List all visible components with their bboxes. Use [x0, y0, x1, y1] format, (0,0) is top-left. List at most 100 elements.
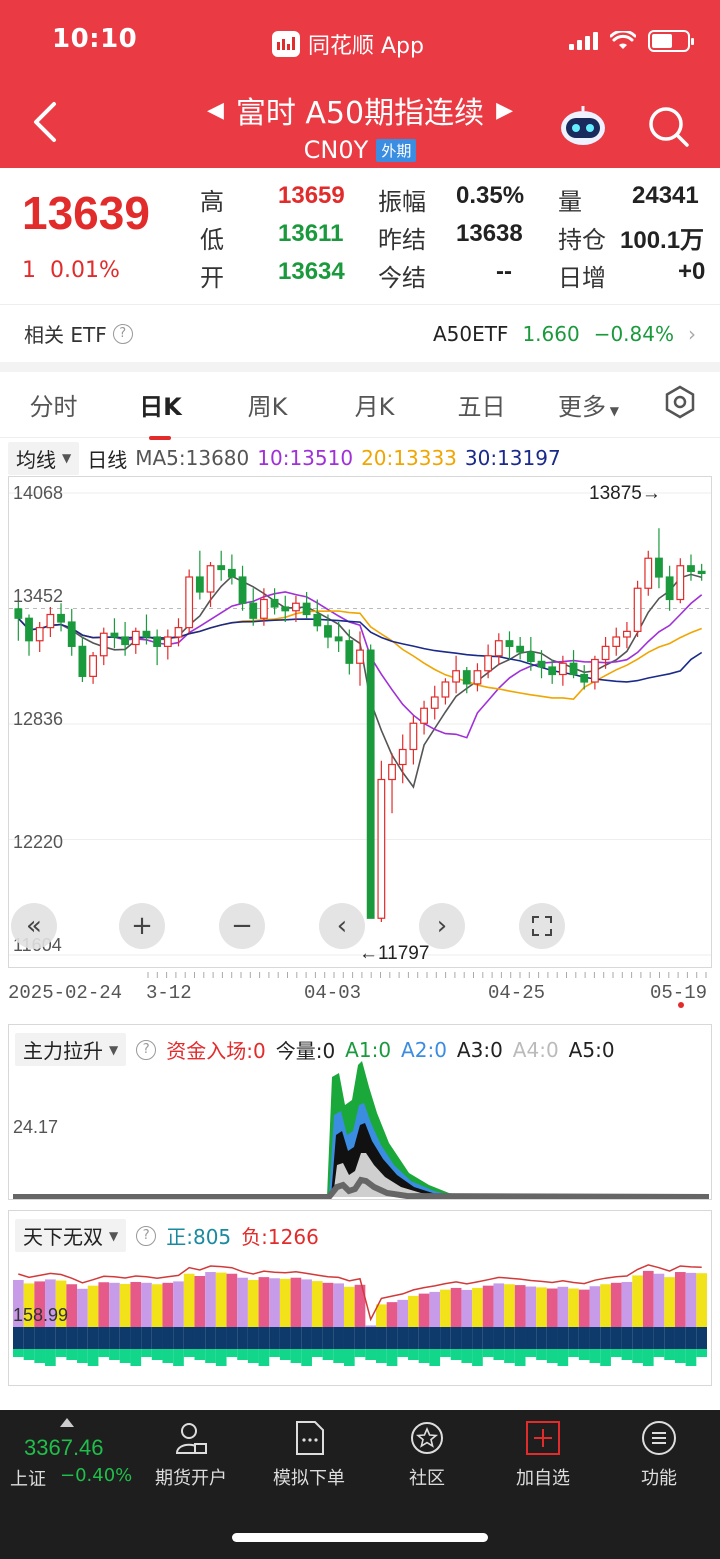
community-star-icon [411, 1422, 443, 1454]
bar-lower-green [397, 1349, 409, 1357]
bar-lower-dark [536, 1327, 547, 1349]
nav-community[interactable]: 社区 [372, 1420, 482, 1490]
bar-upper [376, 1304, 387, 1327]
bar-upper [578, 1289, 590, 1327]
bar-lower-green [621, 1349, 633, 1360]
bar-lower-dark [343, 1327, 355, 1349]
bar-lower-dark [279, 1327, 291, 1349]
latest-dot-marker [678, 1002, 684, 1008]
tab-more[interactable]: 更多 ▼ [535, 387, 642, 422]
index-ticker[interactable]: 3367.46 上证 −0.40% [10, 1418, 140, 1491]
search-icon[interactable] [646, 104, 690, 148]
candle-body [334, 636, 343, 642]
oi-label: 持仓 [558, 226, 606, 254]
next-contract-icon[interactable]: ▶ [496, 98, 513, 123]
candle [569, 650, 578, 679]
bar-upper [290, 1277, 302, 1327]
bar-lower-green [151, 1349, 163, 1360]
tab-intraday[interactable]: 分时 [0, 387, 107, 422]
tab-five-day[interactable]: 五日 [428, 387, 535, 422]
zoom-in-button[interactable]: + [119, 903, 165, 949]
pan-right-button[interactable]: › [419, 903, 465, 949]
candle-body [398, 748, 407, 766]
candle-body [217, 565, 226, 571]
candle [590, 655, 599, 690]
nav-open-account[interactable]: 期货开户 [136, 1420, 246, 1490]
bar-upper [568, 1288, 579, 1327]
rewind-button[interactable]: « [11, 903, 57, 949]
bar-lower-dark [301, 1327, 312, 1349]
pan-left-button[interactable]: ‹ [319, 903, 365, 949]
candle-body [537, 660, 546, 668]
settle-value: -- [496, 258, 512, 285]
related-etf-row[interactable]: 相关 ETF ? A50ETF 1.660 −0.84% › [0, 304, 720, 362]
bar-upper [151, 1284, 163, 1327]
bar-lower-dark [13, 1327, 24, 1349]
bar-upper [226, 1273, 238, 1327]
caret-down-icon: ▼ [605, 404, 620, 418]
nav-label: 功能 [641, 1468, 677, 1489]
bar-lower-dark [269, 1327, 280, 1349]
indicator2-selector-label: 天下无双 [23, 1225, 103, 1249]
kline-chart[interactable]: 14068 13452 12836 12220 11604 13875→ ←11… [8, 476, 712, 968]
bar-upper [98, 1282, 110, 1327]
tab-weekly-k[interactable]: 周K [214, 387, 321, 422]
amp-value: 0.35% [456, 182, 525, 209]
bar-lower-dark [258, 1327, 270, 1349]
back-arrow-icon[interactable] [30, 100, 60, 144]
bar-lower-dark [23, 1327, 35, 1349]
bar-upper [397, 1299, 409, 1327]
nav-simulated-order[interactable]: 模拟下单 [254, 1420, 364, 1490]
bar-upper [247, 1279, 259, 1327]
bar-lower-green [226, 1349, 238, 1357]
settings-hexagon-icon[interactable] [662, 384, 698, 420]
indicator-selector-label: 均线 [16, 447, 56, 472]
bar-lower-green [247, 1349, 259, 1363]
contract-code: CN0Y [303, 136, 369, 164]
help-icon[interactable]: ? [136, 1225, 157, 1246]
open-value: 13634 [278, 258, 345, 285]
indicator2-selector[interactable]: 天下无双 ▼ [15, 1219, 127, 1252]
indicator-panel-2[interactable]: 天下无双 ▼ ? 正:805 负:1266 158.99 [8, 1210, 712, 1386]
zoom-out-button[interactable]: − [219, 903, 265, 949]
x-axis-label: 04-25 [488, 982, 546, 1004]
fullscreen-button[interactable] [519, 903, 565, 949]
bar-lower-green [610, 1349, 622, 1357]
candle-body [356, 649, 364, 664]
bar-upper [450, 1287, 462, 1327]
bar-lower-dark [696, 1327, 707, 1349]
nav-functions[interactable]: 功能 [604, 1420, 714, 1490]
bar-lower-dark [482, 1327, 494, 1349]
tab-monthly-k[interactable]: 月K [321, 387, 428, 422]
candle [388, 753, 396, 814]
bar-lower-dark [600, 1327, 611, 1349]
status-app-label[interactable]: 同花顺 App [272, 28, 424, 60]
bar-upper [173, 1281, 184, 1327]
nav-add-watchlist[interactable]: 加自选 [488, 1420, 598, 1490]
prev-contract-icon[interactable]: ◀ [207, 98, 224, 123]
candle-body [25, 617, 33, 642]
nav-label: 社区 [409, 1468, 445, 1489]
robot-assistant-icon[interactable] [558, 104, 608, 148]
bar-lower-green [34, 1349, 46, 1363]
battery-icon [648, 30, 694, 52]
candle [292, 595, 300, 622]
bar-upper [119, 1283, 131, 1327]
help-icon[interactable]: ? [112, 323, 133, 344]
bar-lower-dark [226, 1327, 238, 1349]
bar-lower-green [215, 1349, 227, 1366]
bar-lower-green [141, 1349, 152, 1357]
nav-label: 模拟下单 [273, 1468, 345, 1489]
bar-upper [301, 1279, 312, 1327]
bar-upper [365, 1325, 377, 1327]
tab-daily-k[interactable]: 日K [107, 387, 214, 440]
indicator-panel-1[interactable]: 主力拉升 ▼ ? 资金入场:0 今量:0 A1:0 A2:0 A3:0 A4:0 … [8, 1024, 712, 1200]
negative-count: 负:1266 [241, 1225, 319, 1249]
bar-lower-green [98, 1349, 110, 1357]
caret-down-icon: ▼ [62, 451, 72, 465]
indicator-selector[interactable]: 均线 ▼ [8, 441, 80, 475]
candle-body [292, 602, 300, 612]
quote-panel: 13639 1 0.01% 高 13659 低 13611 开 13634 振幅… [0, 168, 720, 304]
bar-upper [685, 1272, 697, 1327]
candle [195, 550, 204, 600]
